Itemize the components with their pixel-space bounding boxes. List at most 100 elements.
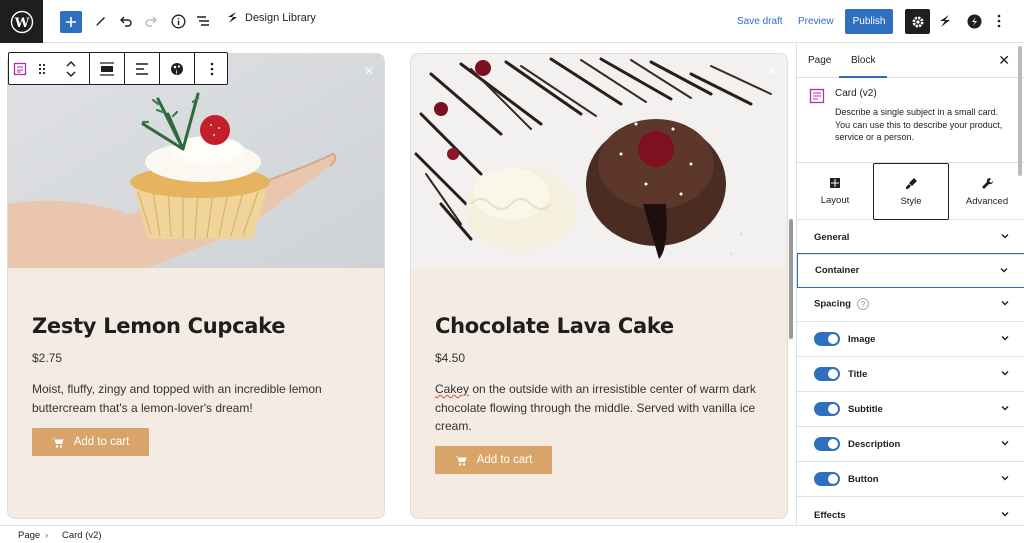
remove-image-icon[interactable]: ✕ — [364, 64, 374, 78]
card-title[interactable]: Zesty Lemon Cupcake — [32, 314, 285, 338]
settings-gear-icon[interactable] — [905, 9, 930, 34]
canvas-scrollbar[interactable] — [789, 219, 793, 339]
tab-advanced[interactable]: Advanced — [949, 163, 1024, 220]
chevron-down-icon — [1001, 441, 1009, 446]
panel-container-label: Container — [815, 265, 860, 276]
add-block-button[interactable] — [60, 11, 82, 33]
panel-description-label: Description — [848, 438, 901, 450]
tab-layout[interactable]: Layout — [797, 163, 873, 220]
card-price[interactable]: $2.75 — [32, 351, 62, 365]
panel-spacing-text: Spacing — [814, 298, 851, 310]
lava-cake-image[interactable] — [411, 54, 787, 268]
block-options-icon[interactable] — [195, 53, 229, 84]
save-draft-button[interactable]: Save draft — [737, 16, 783, 27]
chevron-down-icon — [1001, 301, 1009, 306]
align-wide-icon[interactable] — [90, 53, 124, 84]
panel-general-label: General — [814, 231, 850, 243]
add-to-cart-label: Add to cart — [476, 454, 533, 466]
move-up-down-icon[interactable] — [53, 53, 89, 84]
block-toolbar-group-content — [125, 53, 160, 84]
product-card[interactable]: ✕ Chocolate Lava Cake $4.50 Cakey on the… — [410, 53, 788, 519]
block-card: Card (v2) Describe a single subject in a… — [797, 78, 1024, 163]
chevron-down-icon — [1001, 406, 1009, 411]
block-toolbar-group-style — [160, 53, 195, 84]
breadcrumb-page[interactable]: Page — [18, 530, 40, 541]
sidebar-tabs: Page Block ✕ — [797, 44, 1024, 78]
panel-spacing-label: Spacing? — [814, 298, 869, 310]
block-toolbar — [8, 52, 228, 85]
options-more-icon[interactable] — [994, 9, 1004, 33]
chevron-down-icon — [1000, 268, 1008, 273]
panel-subtitle-label: Subtitle — [848, 403, 883, 415]
cupcake-image[interactable] — [8, 54, 384, 268]
tab-page[interactable]: Page — [808, 55, 831, 66]
plugin-circle-icon[interactable] — [966, 9, 982, 33]
publish-button[interactable]: Publish — [845, 9, 893, 34]
panel-effects[interactable]: Effects — [797, 498, 1024, 525]
settings-sidebar: Page Block ✕ Card (v2) Describe a single… — [796, 44, 1024, 525]
add-to-cart-button[interactable]: Add to cart — [32, 428, 149, 456]
card-description[interactable]: Moist, fluffy, zingy and topped with an … — [32, 380, 362, 417]
list-view-icon[interactable] — [196, 9, 210, 33]
redo-icon[interactable] — [144, 9, 158, 33]
help-icon[interactable]: ? — [856, 298, 869, 310]
chevron-down-icon — [1001, 371, 1009, 376]
panel-subtitle[interactable]: Subtitle — [797, 392, 1024, 427]
color-palette-icon[interactable] — [160, 53, 194, 84]
panel-general[interactable]: General — [797, 220, 1024, 255]
chevron-down-icon — [1001, 336, 1009, 341]
panel-title-label: Title — [848, 368, 868, 380]
add-to-cart-label: Add to cart — [73, 436, 130, 448]
stackable-logo-icon — [228, 12, 237, 23]
chevron-down-icon — [1001, 512, 1009, 517]
spellcheck-word: Cakey — [435, 382, 470, 396]
card-block-icon[interactable] — [9, 53, 31, 84]
document-title-text: Design Library — [245, 11, 316, 24]
tab-block[interactable]: Block — [838, 55, 889, 78]
brush-icon — [905, 177, 917, 189]
editor-canvas[interactable]: ✕ Zesty Lemon Cupcake $2.75 Moist, fluff… — [0, 44, 795, 525]
layout-icon — [830, 178, 840, 188]
panel-effects-label: Effects — [814, 509, 846, 521]
card-description-rest: on the outside with an irresistible cent… — [435, 382, 756, 433]
tab-style-label: Style — [900, 195, 922, 207]
title-toggle[interactable] — [814, 367, 840, 381]
remove-image-icon[interactable]: ✕ — [767, 64, 777, 78]
breadcrumb: Page › Card (v2) — [0, 525, 1024, 543]
panel-title[interactable]: Title — [797, 357, 1024, 392]
panel-image-label: Image — [848, 333, 876, 345]
card-price[interactable]: $4.50 — [435, 351, 465, 365]
document-title[interactable]: Design Library — [226, 11, 316, 24]
image-toggle[interactable] — [814, 332, 840, 346]
details-info-icon[interactable] — [170, 9, 186, 33]
close-icon[interactable]: ✕ — [998, 52, 1010, 69]
edit-pencil-icon[interactable] — [94, 9, 108, 33]
content-align-icon[interactable] — [125, 53, 159, 84]
panel-button[interactable]: Button — [797, 462, 1024, 497]
panel-image[interactable]: Image — [797, 322, 1024, 357]
block-toolbar-group-more — [195, 53, 229, 84]
tab-layout-label: Layout — [820, 195, 850, 206]
chevron-down-icon — [1001, 476, 1009, 481]
undo-icon[interactable] — [119, 9, 133, 33]
subtitle-toggle[interactable] — [814, 402, 840, 416]
stackable-icon[interactable] — [938, 9, 952, 33]
wordpress-logo-icon[interactable]: W — [0, 0, 43, 43]
panel-description[interactable]: Description — [797, 427, 1024, 462]
preview-button[interactable]: Preview — [798, 16, 834, 27]
button-toggle[interactable] — [814, 472, 840, 486]
block-description: Describe a single subject in a small car… — [835, 107, 1003, 143]
drag-handle-icon[interactable] — [31, 53, 53, 84]
card-block-icon — [809, 88, 825, 104]
product-card[interactable]: ✕ Zesty Lemon Cupcake $2.75 Moist, fluff… — [7, 53, 385, 519]
sidebar-scrollbar[interactable] — [1018, 46, 1022, 176]
card-title[interactable]: Chocolate Lava Cake — [435, 314, 674, 338]
card-description[interactable]: Cakey on the outside with an irresistibl… — [435, 380, 765, 436]
panel-spacing[interactable]: Spacing? — [797, 287, 1024, 322]
tab-style[interactable]: Style — [873, 163, 949, 220]
breadcrumb-current[interactable]: Card (v2) — [62, 530, 102, 541]
panel-container[interactable]: Container — [797, 253, 1024, 288]
chevron-down-icon — [1001, 234, 1009, 239]
add-to-cart-button[interactable]: Add to cart — [435, 446, 552, 474]
description-toggle[interactable] — [814, 437, 840, 451]
